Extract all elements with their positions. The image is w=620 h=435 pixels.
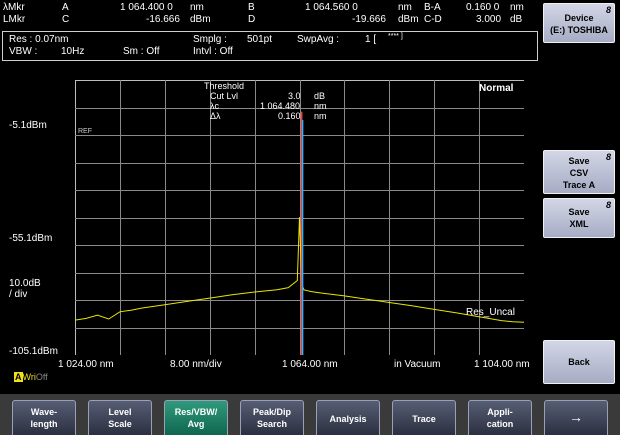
softkey-label: Search — [256, 419, 288, 429]
trace-write-indicator: AWriOff — [14, 372, 48, 382]
save-csv-label-2: CSV — [569, 168, 589, 178]
marker-d-unit: dBm — [398, 14, 419, 25]
sweep-avg-value: 1 [ — [365, 34, 377, 45]
y-axis-ref-level: -5.1dBm — [9, 120, 47, 131]
softkey-label: Avg — [187, 419, 205, 429]
softkey-label: length — [30, 419, 58, 429]
x-axis-stop: 1 104.00 nm — [474, 359, 530, 370]
cut-level-label: Cut Lvl — [210, 91, 239, 101]
sampling-label: Smplg : — [193, 34, 227, 45]
softkey-label: Level — [108, 407, 132, 417]
marker-b-label: B — [248, 2, 255, 13]
y-axis-bottom-level: -105.1dBm — [9, 346, 58, 357]
threshold-panel: Threshold Cut Lvl 3.0 dB λc 1 064.480 nm… — [204, 81, 327, 121]
back-button[interactable]: Back — [543, 340, 615, 384]
softkey-level-scale[interactable]: Level Scale — [88, 400, 152, 435]
softkey-label: Analysis — [329, 414, 367, 424]
softkey-res-vbw-avg[interactable]: Res/VBW/ Avg — [164, 400, 228, 435]
save-xml-label-1: Save — [568, 207, 590, 217]
save-csv-button[interactable]: 8 Save CSV Trace A — [543, 150, 615, 194]
softkey-wavelength[interactable]: Wave- length — [12, 400, 76, 435]
softkey-label: Trace — [412, 414, 436, 424]
button-badge: 8 — [605, 200, 611, 210]
marker-a-unit: nm — [190, 2, 204, 13]
center-wavelength-value: 1 064.480 — [260, 101, 301, 111]
marker-cd-value: 3.000 — [476, 14, 502, 25]
y-axis-mid-level: -55.1dBm — [9, 233, 53, 244]
marker-b-unit: nm — [398, 2, 412, 13]
cut-level-value: 3.0 — [288, 91, 301, 101]
save-csv-label-1: Save — [568, 156, 590, 166]
res-uncal-label: Res_Uncal — [466, 307, 515, 318]
sweep-avg-count: **** ] — [388, 33, 403, 40]
x-axis-medium: in Vacuum — [394, 359, 441, 370]
x-axis-scale: 8.00 nm/div — [170, 359, 222, 370]
marker-diff-label: B-A — [424, 2, 441, 13]
marker-diff-unit: nm — [510, 2, 524, 13]
softkey-label: Wave- — [30, 407, 58, 417]
softkey-application[interactable]: Appli- cation — [468, 400, 532, 435]
vbw-value: 10Hz — [61, 46, 85, 57]
save-xml-label-2: XML — [569, 219, 589, 229]
marker-d-label: D — [248, 14, 256, 25]
vbw-label: VBW : — [9, 46, 38, 57]
right-arrow-icon: → — [569, 409, 583, 425]
resolution-text: Res : 0.07nm — [9, 34, 69, 45]
y-axis-scale: 10.0dB — [9, 278, 41, 289]
center-wavelength-unit: nm — [314, 101, 327, 111]
marker-c-value: -16.666 — [146, 14, 180, 25]
marker-a-label: A — [62, 2, 69, 13]
x-axis-center: 1 064.00 nm — [282, 359, 338, 370]
marker-cd-unit: dB — [510, 14, 523, 25]
softkey-analysis[interactable]: Analysis — [316, 400, 380, 435]
write-label: Wri — [22, 372, 36, 382]
save-csv-label-3: Trace A — [562, 180, 596, 190]
interval-text: Intvl : Off — [193, 46, 233, 57]
ref-label: REF — [78, 128, 92, 135]
softkey-peak-dip-search[interactable]: Peak/Dip Search — [240, 400, 304, 435]
marker-readout: λMkr A 1 064.400 0 nm B 1 064.560 0 nm B… — [0, 0, 538, 30]
softkey-label: Scale — [108, 419, 132, 429]
marker-cd-label: C-D — [424, 14, 442, 25]
threshold-title: Threshold — [204, 81, 245, 91]
marker-d-value: -19.666 — [352, 14, 386, 25]
marker-c-unit: dBm — [190, 14, 211, 25]
marker-b-value: 1 064.560 0 — [305, 2, 358, 13]
bandwidth-value: 0.160 — [278, 111, 301, 121]
softkey-trace[interactable]: Trace — [392, 400, 456, 435]
sampling-value: 501pt — [247, 34, 273, 45]
softkey-label: cation — [486, 419, 514, 429]
trace-a-line — [75, 217, 524, 323]
marker-c-label: C — [62, 14, 70, 25]
device-label: Device — [564, 13, 594, 23]
button-badge: 8 — [605, 152, 611, 162]
measurement-settings: Res : 0.07nm VBW : 10Hz Sm : Off Smplg :… — [2, 31, 538, 61]
marker-diff-value: 0.160 0 — [466, 2, 500, 13]
y-axis-scale-unit: / div — [9, 289, 28, 300]
display-mode: Normal — [479, 83, 514, 94]
write-off-label: Off — [35, 372, 48, 382]
device-name: (E:) TOSHIBA — [550, 25, 608, 35]
center-wavelength-label: λc — [210, 101, 219, 111]
button-badge: 8 — [605, 5, 611, 15]
cut-level-unit: dB — [314, 91, 326, 101]
wavelength-marker-label: λMkr — [3, 2, 25, 13]
bandwidth-unit: nm — [314, 111, 327, 121]
softkey-next-arrow[interactable]: → — [544, 400, 608, 435]
softkey-label: Appli- — [487, 407, 513, 417]
softkey-label: Peak/Dip — [252, 407, 292, 417]
save-xml-button[interactable]: 8 Save XML — [543, 198, 615, 238]
x-axis-start: 1 024.00 nm — [58, 359, 114, 370]
spectrum-plot[interactable] — [75, 80, 524, 355]
trace-a-badge: A — [14, 372, 23, 382]
device-button[interactable]: 8 Device (E:) TOSHIBA — [543, 3, 615, 43]
smoothing-text: Sm : Off — [123, 46, 160, 57]
marker-a-value: 1 064.400 0 — [120, 2, 173, 13]
softkey-label: Res/VBW/ — [174, 407, 218, 417]
level-marker-label: LMkr — [3, 14, 26, 25]
back-label: Back — [568, 357, 590, 367]
sweep-avg-label: SwpAvg : — [297, 34, 340, 45]
bandwidth-label: Δλ — [210, 111, 221, 121]
